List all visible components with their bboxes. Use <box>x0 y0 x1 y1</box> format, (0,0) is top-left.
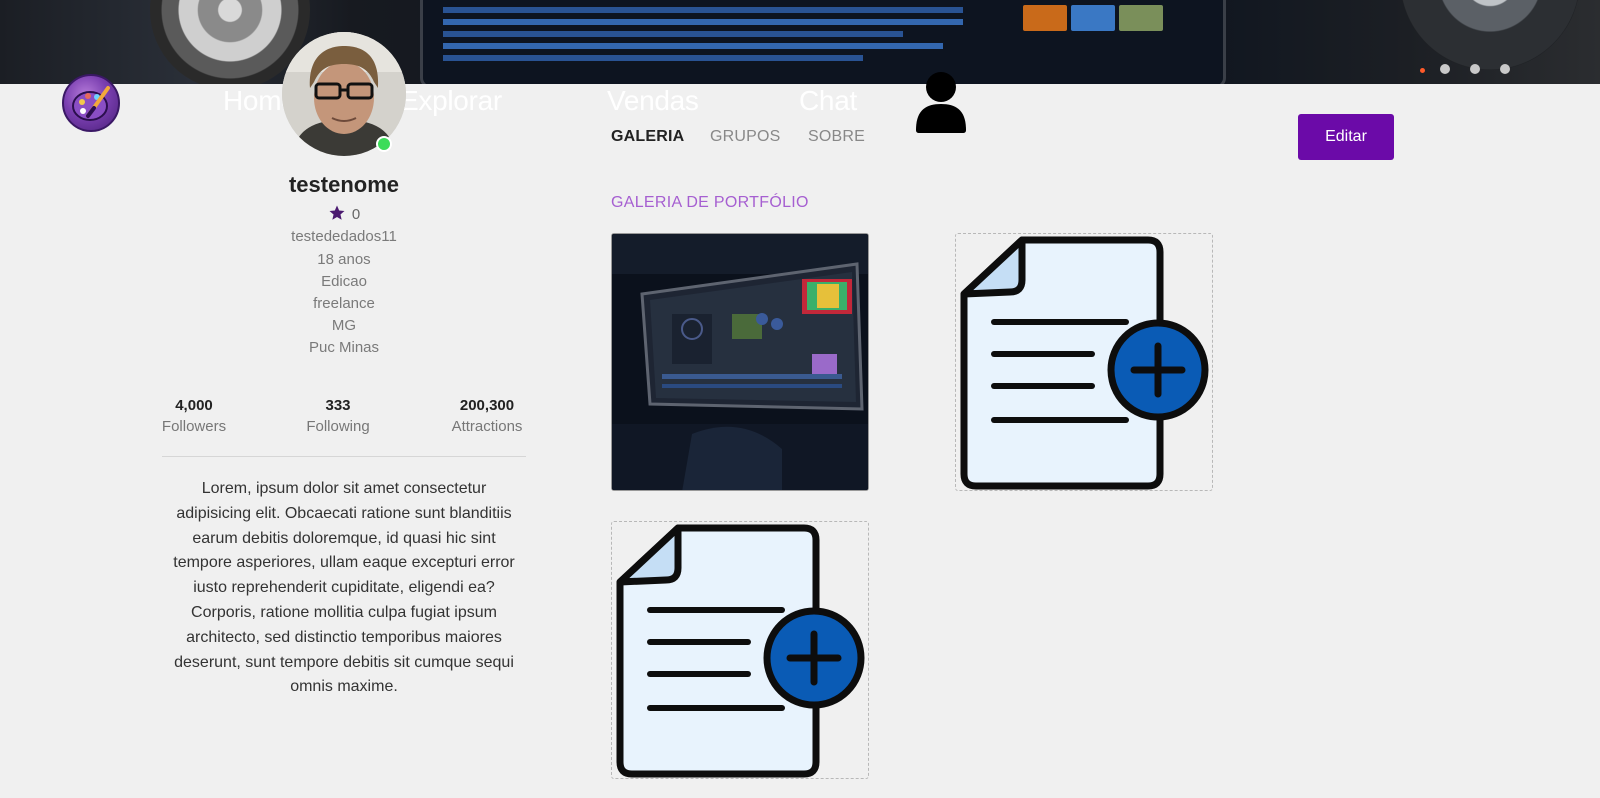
stat-following[interactable]: 333 Following <box>278 396 398 438</box>
add-document-icon <box>616 524 865 778</box>
editing-monitor-image <box>420 0 1226 84</box>
user-silhouette-icon[interactable] <box>914 70 968 134</box>
profile-state: MG <box>331 317 357 334</box>
edit-profile-button[interactable]: Editar <box>1298 114 1394 160</box>
nav-sales-link[interactable]: Vendas <box>607 82 699 120</box>
profile-handle: testededados11 <box>291 228 397 245</box>
stat-value: 333 <box>325 397 351 414</box>
tab-grupos[interactable]: GRUPOS <box>710 127 781 147</box>
profile-institution: Puc Minas <box>308 339 380 356</box>
profile-age: 18 anos <box>317 251 371 268</box>
stat-value: 200,300 <box>459 397 515 414</box>
add-document-icon <box>960 236 1209 490</box>
profile-username: testenome <box>288 172 400 197</box>
stats-divider <box>162 456 526 457</box>
nav-explore-link[interactable]: Explorar <box>400 82 502 120</box>
tab-sobre[interactable]: SOBRE <box>808 127 865 147</box>
nav-chat-link[interactable]: Chat <box>799 82 857 120</box>
star-icon <box>329 205 345 220</box>
online-status-dot <box>376 136 392 152</box>
tab-galeria[interactable]: GALERIA <box>611 127 684 147</box>
profile-banner <box>0 0 1600 84</box>
palette-brush-icon <box>72 86 110 121</box>
profile-bio: Lorem, ipsum dolor sit amet consectetur … <box>173 480 515 696</box>
stat-value: 4,000 <box>175 397 213 414</box>
rating-value: 0 <box>351 206 361 223</box>
profile-rating: 0 <box>162 204 526 225</box>
stat-label: Attractions <box>451 418 523 435</box>
profile-specialty: Edicao <box>321 273 367 290</box>
gallery-title: GALERIA DE PORTFÓLIO <box>611 194 809 211</box>
app-logo[interactable] <box>62 74 120 132</box>
stat-label: Followers <box>161 418 227 435</box>
gallery-item-placeholder[interactable] <box>955 233 1213 491</box>
stat-attractions[interactable]: 200,300 Attractions <box>427 396 547 438</box>
stat-followers[interactable]: 4,000 Followers <box>134 396 254 438</box>
gallery-item-placeholder[interactable] <box>611 521 869 779</box>
profile-work-type: freelance <box>313 295 375 312</box>
stat-label: Following <box>306 418 370 435</box>
speaker-right-image <box>1400 0 1580 70</box>
gallery-item-photo[interactable] <box>611 233 869 491</box>
video-editing-photo <box>612 234 868 490</box>
